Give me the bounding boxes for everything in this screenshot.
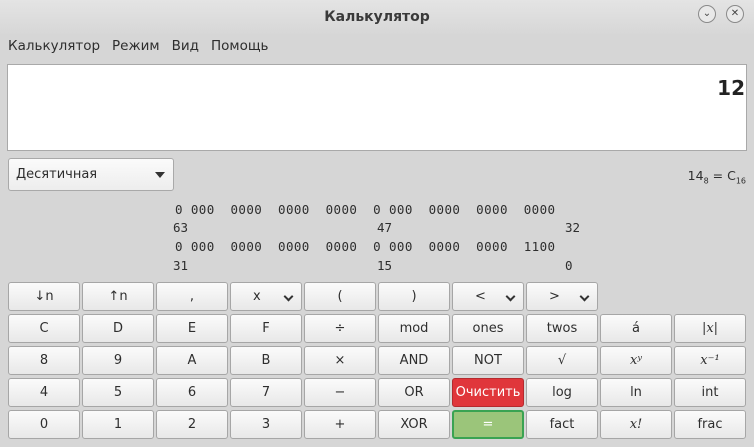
- add-button[interactable]: +: [304, 410, 376, 439]
- clear-button[interactable]: Очистить: [452, 378, 524, 407]
- bit-label-63: 63: [173, 220, 189, 235]
- digit-7-button[interactable]: 7: [230, 378, 302, 407]
- digit-b-button[interactable]: B: [230, 346, 302, 375]
- digit-c-button[interactable]: C: [8, 314, 80, 343]
- xor-button[interactable]: XOR: [378, 410, 450, 439]
- abs-label: |x|: [701, 321, 719, 336]
- base-select-label: Десятичная: [16, 167, 98, 182]
- subtract-button[interactable]: −: [304, 378, 376, 407]
- variable-x-dropdown[interactable]: x: [230, 282, 302, 311]
- bit-row-high[interactable]: 0 000 0000 0000 0000 0 000 0000 0000 000…: [175, 202, 555, 217]
- digit-8-button[interactable]: 8: [8, 346, 80, 375]
- menu-bar: Калькулятор Режим Вид Помощь: [0, 34, 754, 58]
- digit-2-button[interactable]: 2: [156, 410, 228, 439]
- result-display[interactable]: 12: [7, 64, 747, 151]
- shift-down-button[interactable]: ↓n: [8, 282, 80, 311]
- chevron-down-icon: [283, 291, 294, 302]
- ln-button[interactable]: ln: [600, 378, 672, 407]
- bit-label-32: 32: [565, 220, 581, 235]
- variable-x-label: x: [253, 289, 261, 304]
- digit-0-button[interactable]: 0: [8, 410, 80, 439]
- shift-up-button[interactable]: ↑n: [82, 282, 154, 311]
- conjugate-button[interactable]: á: [600, 314, 672, 343]
- bit-row-low[interactable]: 0 000 0000 0000 0000 0 000 0000 0000 110…: [175, 239, 555, 254]
- sqrt-button[interactable]: √: [526, 346, 598, 375]
- digit-1-button[interactable]: 1: [82, 410, 154, 439]
- abs-button[interactable]: |x|: [674, 314, 746, 343]
- power-label: xʸ: [630, 353, 642, 368]
- inverse-button[interactable]: x⁻¹: [674, 346, 746, 375]
- chevron-down-icon: [579, 291, 590, 302]
- and-button[interactable]: AND: [378, 346, 450, 375]
- digit-3-button[interactable]: 3: [230, 410, 302, 439]
- bit-label-0: 0: [565, 258, 573, 273]
- equals-button[interactable]: =: [452, 410, 524, 439]
- decimal-point-button[interactable]: ,: [156, 282, 228, 311]
- chevron-down-icon: [505, 291, 516, 302]
- base-conversion: 148 = C16: [688, 168, 746, 186]
- shift-left-label: <: [475, 289, 486, 304]
- bit-label-47: 47: [377, 220, 393, 235]
- display-value: 12: [717, 76, 745, 100]
- factorize-button[interactable]: fact: [526, 410, 598, 439]
- menu-calculator[interactable]: Калькулятор: [2, 38, 106, 54]
- bit-label-31: 31: [173, 258, 189, 273]
- chevron-down-icon: ⌄: [702, 8, 712, 19]
- ones-complement-button[interactable]: ones: [452, 314, 524, 343]
- minimize-button[interactable]: ⌄: [698, 5, 716, 23]
- number-base-select[interactable]: Десятичная: [8, 158, 174, 191]
- conversion-result: = C: [708, 168, 736, 183]
- power-button[interactable]: xʸ: [600, 346, 672, 375]
- bit-label-15: 15: [377, 258, 393, 273]
- mod-button[interactable]: mod: [378, 314, 450, 343]
- divide-button[interactable]: ÷: [304, 314, 376, 343]
- int-button[interactable]: int: [674, 378, 746, 407]
- digit-e-button[interactable]: E: [156, 314, 228, 343]
- conversion-to-base: 16: [735, 176, 746, 186]
- menu-help[interactable]: Помощь: [205, 38, 275, 54]
- title-bar: Калькулятор ⌄ ✕: [0, 0, 754, 34]
- close-paren-button[interactable]: ): [378, 282, 450, 311]
- digit-a-button[interactable]: A: [156, 346, 228, 375]
- open-paren-button[interactable]: (: [304, 282, 376, 311]
- digit-d-button[interactable]: D: [82, 314, 154, 343]
- menu-mode[interactable]: Режим: [106, 38, 166, 54]
- shift-right-label: >: [549, 289, 560, 304]
- factorial-label: x!: [629, 417, 643, 432]
- inverse-label: x⁻¹: [700, 353, 720, 368]
- close-icon: ✕: [730, 8, 740, 19]
- digit-5-button[interactable]: 5: [82, 378, 154, 407]
- frac-button[interactable]: frac: [674, 410, 746, 439]
- conversion-value: 14: [687, 168, 704, 183]
- close-button[interactable]: ✕: [726, 5, 744, 23]
- dropdown-arrow-icon: [155, 172, 165, 178]
- multiply-button[interactable]: ×: [304, 346, 376, 375]
- bit-display: 0 000 0000 0000 0000 0 000 0000 0000 000…: [0, 198, 754, 278]
- menu-view[interactable]: Вид: [166, 38, 205, 54]
- digit-4-button[interactable]: 4: [8, 378, 80, 407]
- digit-9-button[interactable]: 9: [82, 346, 154, 375]
- or-button[interactable]: OR: [378, 378, 450, 407]
- twos-complement-button[interactable]: twos: [526, 314, 598, 343]
- window-title: Калькулятор: [324, 9, 430, 25]
- factorial-button[interactable]: x!: [600, 410, 672, 439]
- not-button[interactable]: NOT: [452, 346, 524, 375]
- log-button[interactable]: log: [526, 378, 598, 407]
- shift-left-dropdown[interactable]: <: [452, 282, 524, 311]
- shift-right-dropdown[interactable]: >: [526, 282, 598, 311]
- digit-f-button[interactable]: F: [230, 314, 302, 343]
- digit-6-button[interactable]: 6: [156, 378, 228, 407]
